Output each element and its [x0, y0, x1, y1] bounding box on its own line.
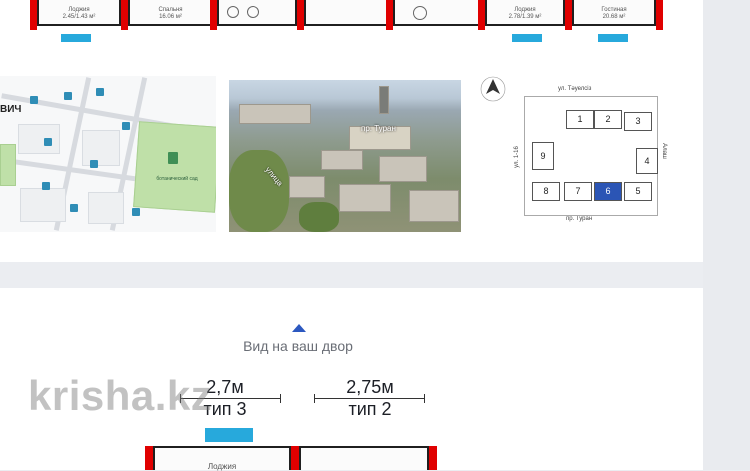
- plan-room-loggia: Лоджия 2.45/1.43 м²: [37, 0, 121, 26]
- room-area: 20.68 м²: [602, 14, 626, 20]
- compass-icon: [480, 76, 506, 102]
- wall-segment: [291, 446, 299, 470]
- plan-room-bath: [217, 0, 297, 26]
- wall-segment: [478, 0, 485, 30]
- lot-2[interactable]: 2: [594, 110, 622, 129]
- room-caption: Спальня 16.06 м²: [130, 7, 211, 21]
- room-caption: Гостиная 20.68 м²: [574, 7, 654, 21]
- wall-segment: [297, 0, 304, 30]
- lot-3[interactable]: 3: [624, 112, 652, 131]
- building: [379, 156, 427, 182]
- wall-segment: [386, 0, 393, 30]
- view-direction-icon: [292, 324, 306, 332]
- building: [239, 104, 311, 124]
- wall-segment: [565, 0, 572, 30]
- street-bottom: пр. Туран: [566, 216, 593, 222]
- room-title: Гостиная: [601, 7, 627, 13]
- tower: [379, 86, 389, 114]
- poi-icon: [70, 204, 78, 212]
- poi-icon: [44, 138, 52, 146]
- lot-6-selected[interactable]: 6: [594, 182, 622, 201]
- room-area: 2.78/1.39 м²: [508, 14, 542, 20]
- lot-5[interactable]: 5: [624, 182, 652, 201]
- park-label: ботанический сад: [156, 176, 198, 182]
- lot-7[interactable]: 7: [564, 182, 592, 201]
- building: [409, 190, 459, 222]
- watermark: krisha.kz: [28, 372, 213, 419]
- plan-room-bedroom: Спальня 16.06 м²: [128, 0, 213, 26]
- sink-icon: [227, 6, 239, 18]
- plan-room-kitchen: [393, 0, 481, 26]
- map-block: [20, 188, 66, 222]
- lot-8[interactable]: 8: [532, 182, 560, 201]
- dimension-line: [314, 398, 424, 399]
- lot-4[interactable]: 4: [636, 148, 658, 174]
- lot-1[interactable]: 1: [566, 110, 594, 129]
- room-caption: Лоджия 2.45/1.43 м²: [39, 7, 119, 21]
- poi-icon: [64, 92, 72, 100]
- room-area: 2.45/1.43 м²: [62, 14, 96, 20]
- street-right: Алаш: [660, 143, 667, 159]
- map-block: [18, 124, 60, 154]
- site-scheme[interactable]: ул. Тәуелсіз пр. Туран ул. 1-16 Алаш 1 2…: [478, 74, 678, 234]
- building: [339, 184, 391, 212]
- poi-icon: [122, 122, 130, 130]
- wall-segment: [656, 0, 663, 30]
- poi-icon: [30, 96, 38, 104]
- room-title: Спальня: [158, 7, 183, 13]
- park-icon: [168, 152, 178, 164]
- poi-icon: [132, 208, 140, 216]
- layout-type-2: тип 2: [348, 399, 392, 419]
- location-map[interactable]: ботанический сад ВИЧ: [0, 76, 216, 232]
- window-marker: [61, 34, 91, 42]
- room-area: 16.06 м²: [159, 14, 182, 20]
- wall-segment: [210, 0, 217, 30]
- poi-icon: [42, 182, 50, 190]
- trees: [229, 150, 289, 232]
- photo-street-label: пр. Туран: [361, 124, 396, 133]
- lot-9[interactable]: 9: [532, 142, 554, 170]
- plan-room-hall: [304, 0, 388, 26]
- window-marker: [598, 34, 628, 42]
- wall-segment: [30, 0, 37, 30]
- poi-icon: [90, 160, 98, 168]
- wall-segment: [429, 446, 437, 470]
- park-area: [0, 144, 16, 186]
- park-area: [133, 121, 216, 213]
- wall-segment: [145, 446, 153, 470]
- street-top: ул. Тәуелсіз: [558, 86, 592, 92]
- bottom-plan-room: Лоджия: [153, 446, 291, 471]
- plan-room-loggia-2: Лоджия 2.78/1.39 м²: [485, 0, 565, 26]
- building: [321, 150, 363, 170]
- wall-segment: [121, 0, 128, 30]
- room-title: Лоджия: [68, 7, 90, 13]
- dimension-tick: [314, 394, 315, 403]
- view-label: Вид на ваш двор: [243, 338, 353, 354]
- plan-room-living: Гостиная 20.68 м²: [572, 0, 656, 26]
- listing-card-top: Лоджия 2.45/1.43 м² Спальня 16.06 м² Лод…: [0, 0, 703, 262]
- map-block: [88, 192, 124, 224]
- toilet-icon: [247, 6, 259, 18]
- floor-plan-strip: Лоджия 2.45/1.43 м² Спальня 16.06 м² Лод…: [0, 0, 703, 30]
- dimension-tick: [424, 394, 425, 403]
- bottom-plan-room: [299, 446, 429, 470]
- aerial-photo[interactable]: пр. Туран улица: [229, 80, 461, 232]
- dimension-tick: [280, 394, 281, 403]
- room-title: Лоджия: [514, 7, 536, 13]
- map-district-label: ВИЧ: [0, 104, 22, 115]
- room-caption: Лоджия 2.78/1.39 м²: [487, 7, 563, 21]
- ceiling-height-2: 2,75м: [346, 377, 394, 397]
- right-margin: [703, 0, 750, 470]
- building: [289, 176, 325, 198]
- window-marker: [205, 428, 253, 442]
- table-icon: [413, 6, 427, 20]
- trees: [299, 202, 339, 232]
- poi-icon: [96, 88, 104, 96]
- map-block: [82, 130, 120, 166]
- street-left: ул. 1-16: [513, 146, 520, 168]
- window-marker: [512, 34, 542, 42]
